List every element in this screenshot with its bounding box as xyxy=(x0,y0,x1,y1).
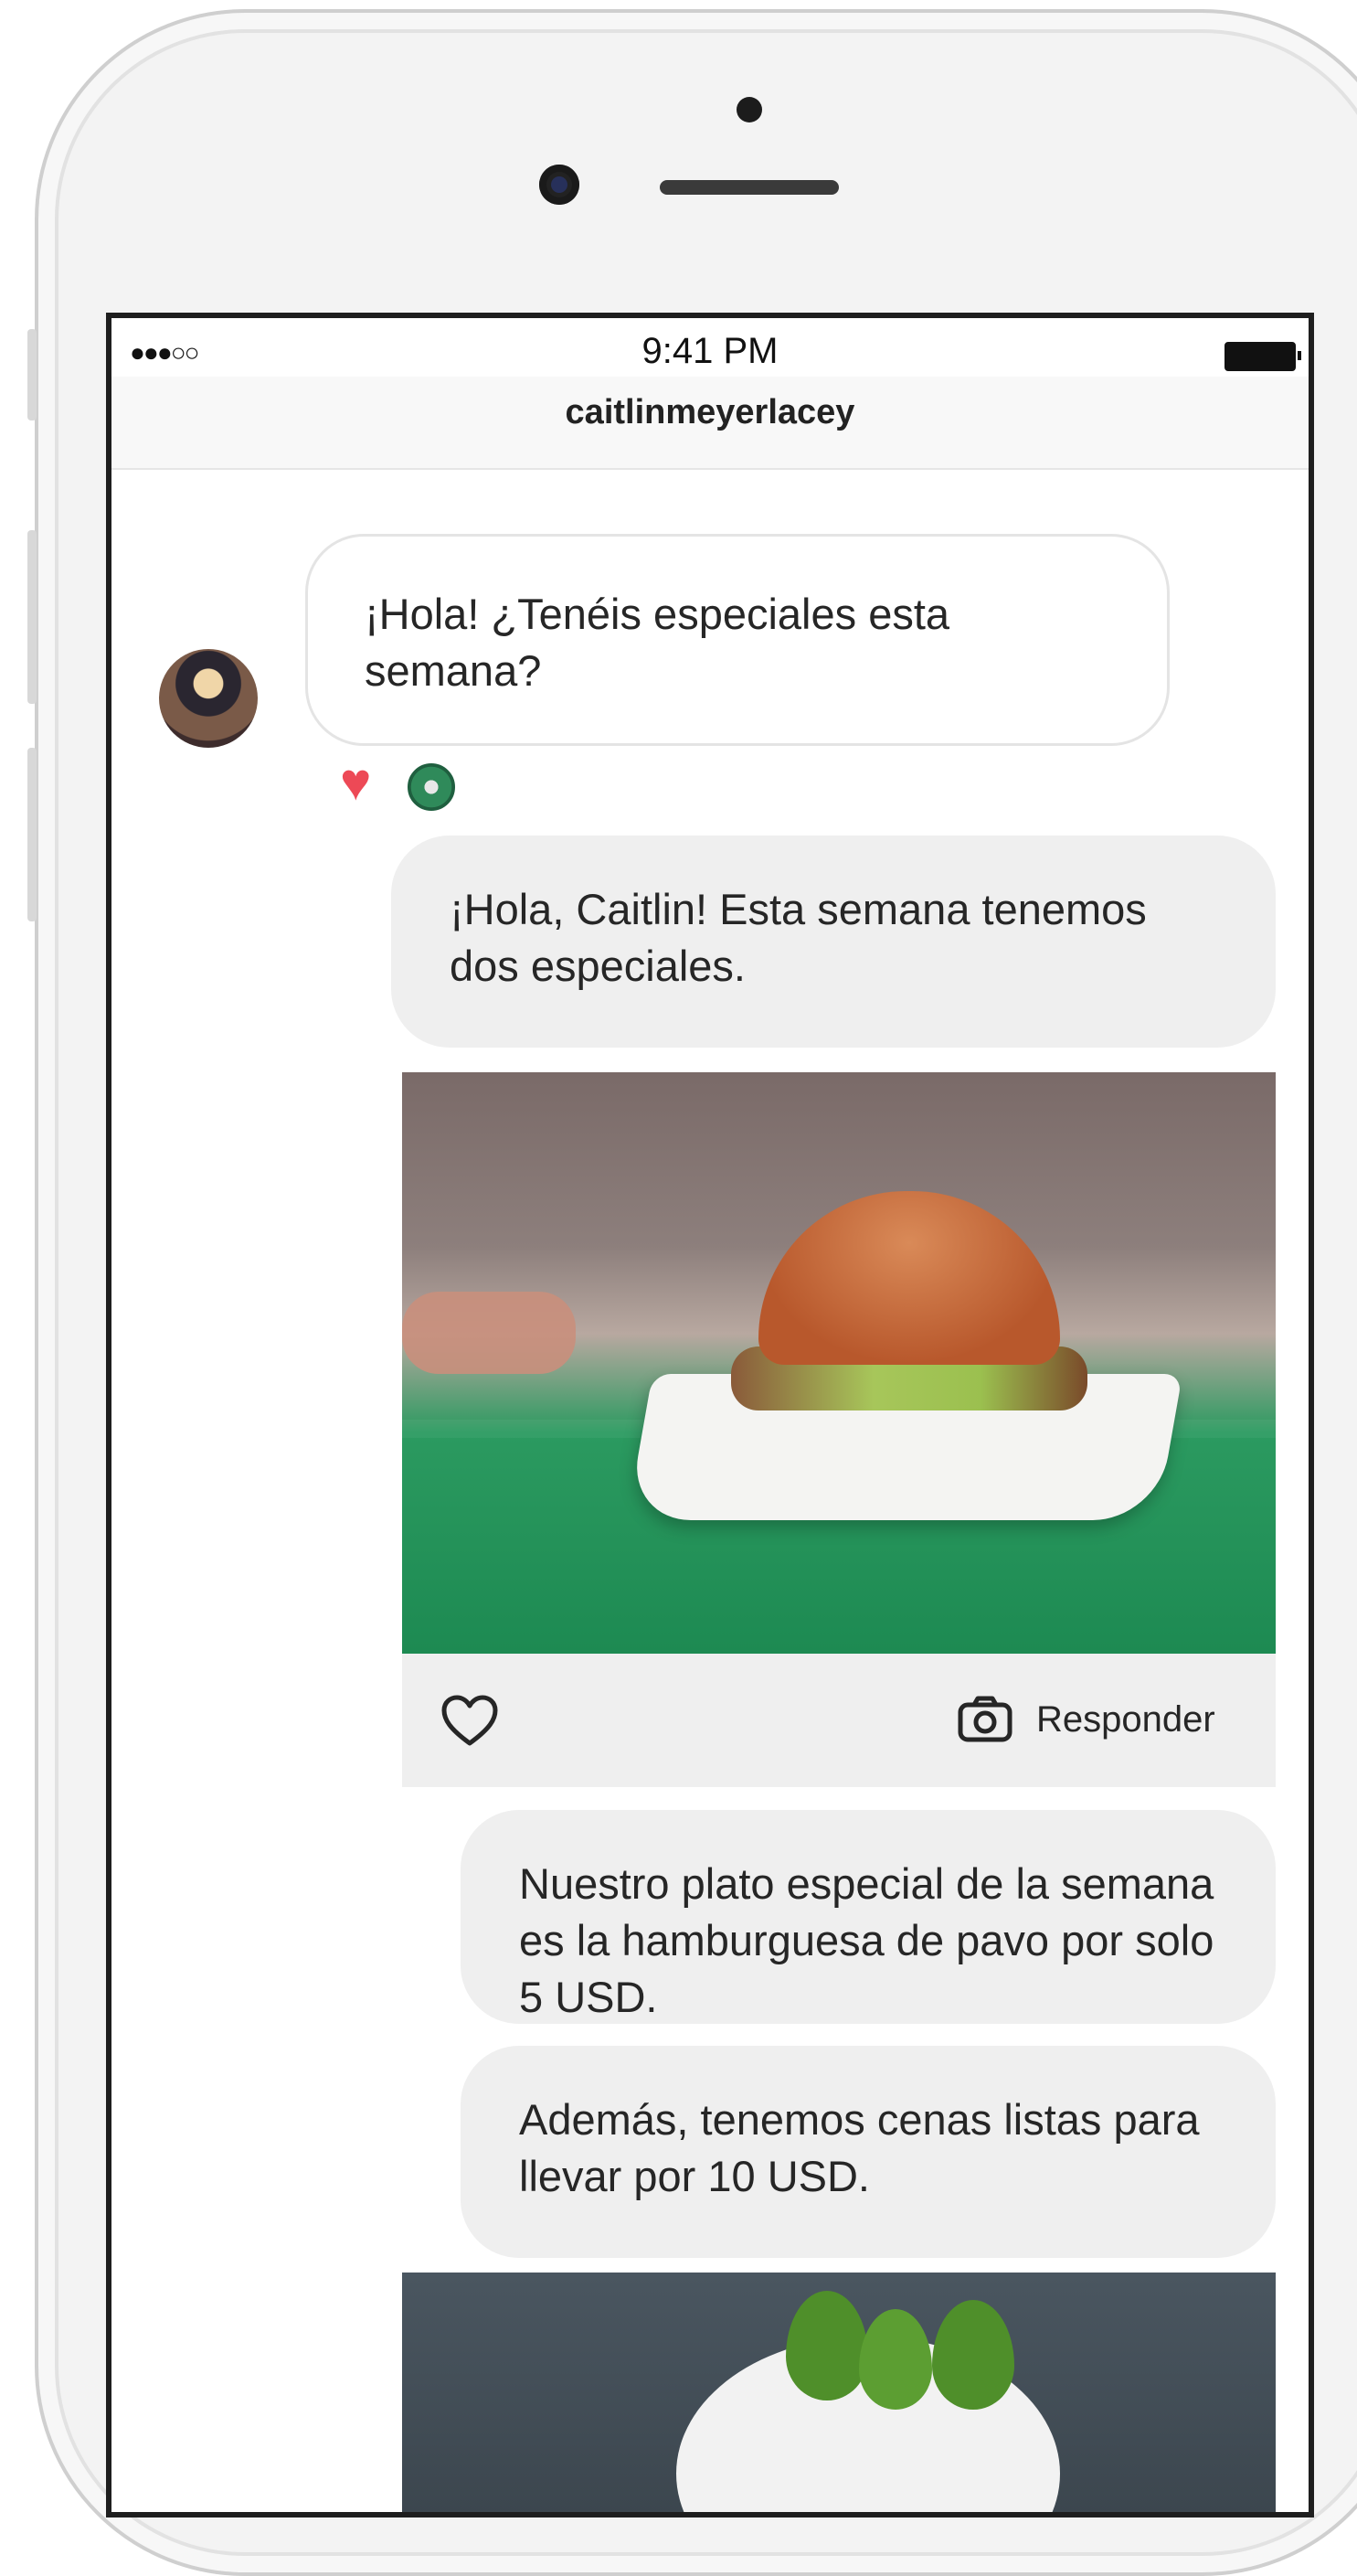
earpiece-speaker xyxy=(660,180,839,195)
heart-icon[interactable]: ♥ xyxy=(340,756,395,809)
photo-bun xyxy=(758,1191,1060,1365)
conversation-header: caitlinmeyerlacey xyxy=(111,377,1309,470)
phone-screen: ●●●○○ 9:41 PM caitlinmeyerlacey ¡Hola! ¿… xyxy=(106,313,1314,2517)
message-bubble-outgoing[interactable]: ¡Hola, Caitlin! Esta semana tenemos dos … xyxy=(391,836,1276,1048)
camera-icon[interactable] xyxy=(958,1696,1012,1743)
status-bar: ●●●○○ 9:41 PM xyxy=(111,318,1309,377)
photo-leaf xyxy=(859,2309,932,2410)
status-time: 9:41 PM xyxy=(641,331,779,371)
mute-switch xyxy=(27,329,37,420)
shared-photo-salad[interactable] xyxy=(402,2273,1276,2512)
volume-down-button xyxy=(27,748,37,921)
shared-photo-burger[interactable] xyxy=(402,1072,1276,1654)
photo-actions-bar: Responder xyxy=(402,1654,1276,1787)
battery-icon xyxy=(1224,342,1301,371)
avatar[interactable] xyxy=(159,649,258,748)
photo-hand xyxy=(402,1292,576,1374)
photo-leaf xyxy=(786,2291,868,2400)
volume-up-button xyxy=(27,530,37,704)
reply-button[interactable]: Responder xyxy=(1036,1699,1215,1740)
conversation-title[interactable]: caitlinmeyerlacey xyxy=(111,393,1309,432)
message-bubble-outgoing[interactable]: Nuestro plato especial de la semana es l… xyxy=(461,1810,1276,2024)
front-camera xyxy=(539,165,579,205)
message-bubble-outgoing[interactable]: Además, tenemos cenas listas para llevar… xyxy=(461,2046,1276,2258)
message-bubble-incoming[interactable]: ¡Hola! ¿Tenéis especiales esta semana? xyxy=(305,534,1170,746)
proximity-sensor xyxy=(737,97,762,122)
heart-outline-icon[interactable] xyxy=(440,1694,499,1747)
photo-leaf xyxy=(932,2300,1014,2410)
reaction-avatar xyxy=(406,761,457,813)
